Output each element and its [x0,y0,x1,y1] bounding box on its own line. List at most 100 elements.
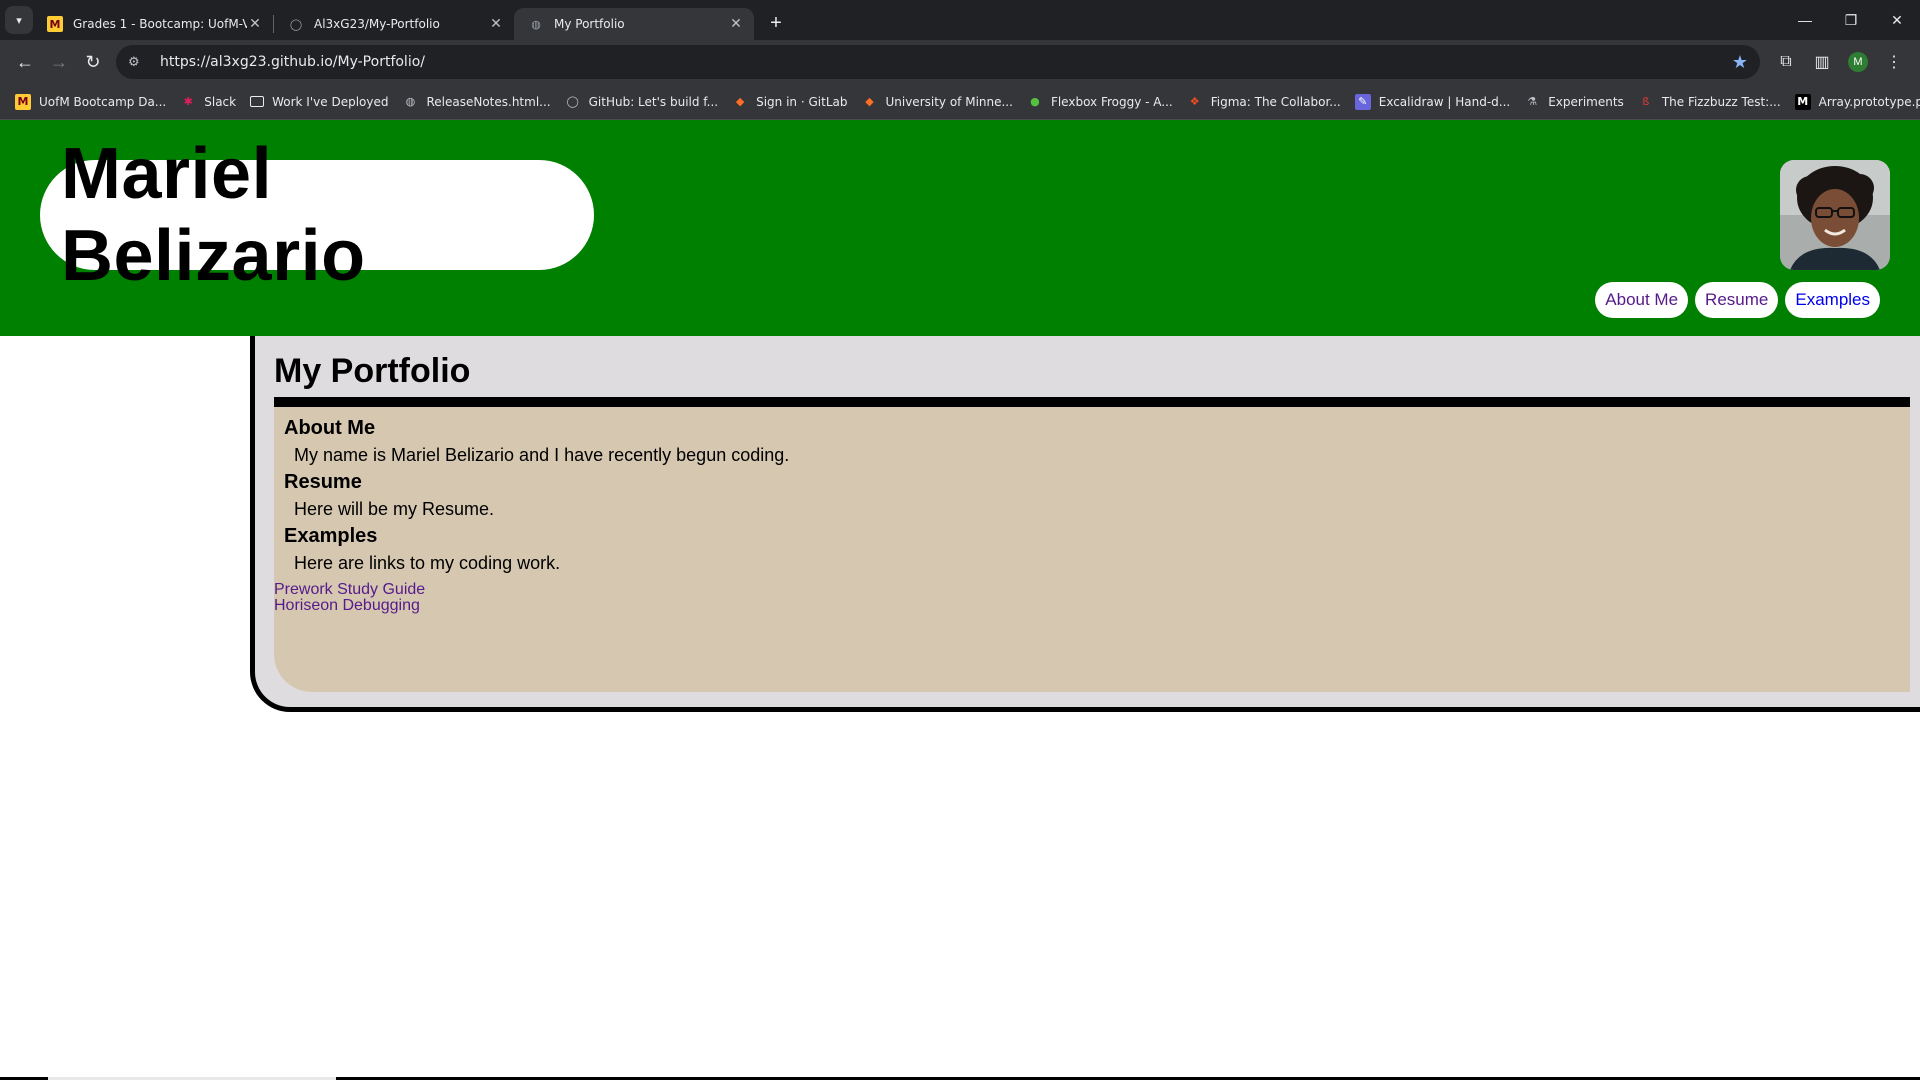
reload-icon: ↻ [85,51,101,72]
section-about-me: About Me My name is Mariel Belizario and… [274,407,1910,466]
bookmark-label: ReleaseNotes.html... [426,94,551,109]
tab-title: Grades 1 - Bootcamp: UofM-VIR [73,17,247,31]
globe-icon: ◍ [405,95,416,108]
reload-button[interactable]: ↻ [76,45,110,79]
bookmark-label: Slack [204,94,237,109]
globe-icon: ◍ [531,17,541,31]
site-settings-icon[interactable]: ⚙ [128,55,148,70]
bookmark-item[interactable]: ß The Fizzbuzz Test:... [1631,94,1788,110]
close-window-icon[interactable]: ✕ [1874,0,1920,40]
arrow-right-icon: → [50,51,68,72]
browser-toolbar: ← → ↻ ⚙ https://al3xg23.github.io/My-Por… [0,40,1920,84]
tab-search-button[interactable]: ▾ [5,6,33,34]
chevron-down-icon: ▾ [16,14,22,27]
window-controls: — ❐ ✕ [1782,0,1920,40]
umn-icon: M [47,16,63,32]
bookmark-item[interactable]: ✱ Slack [173,94,243,110]
section-resume: Resume Here will be my Resume. [274,471,1910,520]
bookmark-item[interactable]: ● Flexbox Froggy - A... [1020,94,1180,110]
bookmark-label: Sign in · GitLab [756,94,848,109]
portfolio-content: About Me My name is Mariel Belizario and… [274,407,1910,692]
frog-icon: ● [1030,95,1040,108]
close-icon[interactable]: ✕ [728,16,744,32]
section-heading: Resume [284,471,362,493]
tab-grades[interactable]: M Grades 1 - Bootcamp: UofM-VIR ✕ [33,8,273,40]
section-heading: Examples [284,525,378,547]
bookmark-star-icon[interactable]: ★ [1732,52,1748,73]
bookmark-item[interactable]: ◆ Sign in · GitLab [725,94,854,110]
site-title: Mariel Belizario [61,134,366,296]
section-heading: About Me [284,417,376,439]
link-prework-study-guide[interactable]: Prework Study Guide [274,582,425,598]
bookmark-item[interactable]: Work I've Deployed [243,95,395,109]
name-banner: Mariel Belizario [40,134,594,296]
umn-icon: M [15,93,31,110]
avatar: M [1848,52,1868,72]
folder-icon [250,96,265,107]
arrow-left-icon: ← [16,51,34,72]
page-title: My Portfolio [274,352,471,390]
restore-icon[interactable]: ❐ [1828,0,1874,40]
nav-about-me[interactable]: About Me [1595,282,1689,318]
bookmark-label: UofM Bootcamp Da... [39,94,167,109]
close-icon[interactable]: ✕ [247,16,263,32]
link-horiseon-debugging[interactable]: Horiseon Debugging [274,598,425,614]
bookmark-item[interactable]: ◍ ReleaseNotes.html... [395,94,557,110]
profile-button[interactable]: M [1840,45,1876,79]
bookmark-item[interactable]: ✎ Excalidraw | Hand-d... [1348,93,1517,110]
section-text: My name is Mariel Belizario and I have r… [294,445,790,465]
back-button[interactable]: ← [8,45,42,79]
close-icon[interactable]: ✕ [488,16,504,32]
more-menu-icon[interactable]: ⋮ [1876,45,1912,79]
plus-icon: + [770,11,782,34]
address-bar[interactable]: ⚙ https://al3xg23.github.io/My-Portfolio… [116,45,1760,79]
bookmark-label: Array.prototype.pop... [1818,94,1920,109]
divider [274,397,1910,407]
bookmark-label: Work I've Deployed [272,94,389,109]
profile-portrait [1780,160,1890,270]
profile-photo [1780,160,1890,270]
bookmark-label: Excalidraw | Hand-d... [1378,94,1511,109]
github-icon: ◯ [566,95,579,108]
tab-my-portfolio[interactable]: ◍ My Portfolio ✕ [514,8,754,40]
bookmark-item[interactable]: M UofM Bootcamp Da... [8,93,173,110]
url-text[interactable]: https://al3xg23.github.io/My-Portfolio/ [160,54,1732,70]
bookmark-label: The Fizzbuzz Test:... [1661,94,1781,109]
extensions-icon[interactable]: ⧉ [1768,45,1804,79]
bookmark-label: Experiments [1548,94,1624,109]
bookmark-item[interactable]: ◆ University of Minne... [854,94,1019,110]
tab-github-repo[interactable]: ◯ Al3xG23/My-Portfolio ✕ [274,8,514,40]
work-links: Prework Study Guide Horiseon Debugging [274,582,425,614]
bookmark-item[interactable]: M Array.prototype.pop... [1788,93,1920,110]
bookmark-label: University of Minne... [885,94,1013,109]
section-text: Here are links to my coding work. [294,553,561,573]
tab-title: My Portfolio [554,17,625,31]
fizzbuzz-icon: ß [1642,95,1650,108]
bookmarks-bar: M UofM Bootcamp Da... ✱ Slack Work I've De… [0,84,1920,120]
github-icon: ◯ [289,17,303,31]
bookmark-item[interactable]: ◯ GitHub: Let's build f... [558,94,726,110]
bookmark-item[interactable]: ❖ Figma: The Collabor... [1180,94,1348,110]
nav-examples[interactable]: Examples [1785,282,1880,318]
new-tab-button[interactable]: + [762,12,790,35]
mdn-icon: M [1794,93,1811,110]
excalidraw-icon: ✎ [1354,93,1371,110]
nav-resume[interactable]: Resume [1695,282,1779,318]
flask-icon: ⚗ [1527,95,1538,108]
bookmark-label: GitHub: Let's build f... [588,94,719,109]
slack-icon: ✱ [183,95,193,108]
page-viewport: Mariel Belizario About Me Resume Example… [0,120,1920,1080]
gitlab-icon: ◆ [735,95,745,108]
site-header: Mariel Belizario About Me Resume Example… [0,120,1920,336]
minimize-icon[interactable]: — [1782,0,1828,40]
side-panel-icon[interactable]: ▥ [1804,45,1840,79]
section-examples: Examples Here are links to my coding wor… [274,525,1910,574]
section-text: Here will be my Resume. [294,499,495,519]
gitlab-icon: ◆ [865,95,874,108]
figma-icon: ❖ [1189,95,1200,108]
bookmark-label: Flexbox Froggy - A... [1050,94,1173,109]
bookmark-label: Figma: The Collabor... [1210,94,1341,109]
bookmark-item[interactable]: ⚗ Experiments [1517,94,1631,110]
forward-button[interactable]: → [42,45,76,79]
tab-title: Al3xG23/My-Portfolio [314,17,440,31]
